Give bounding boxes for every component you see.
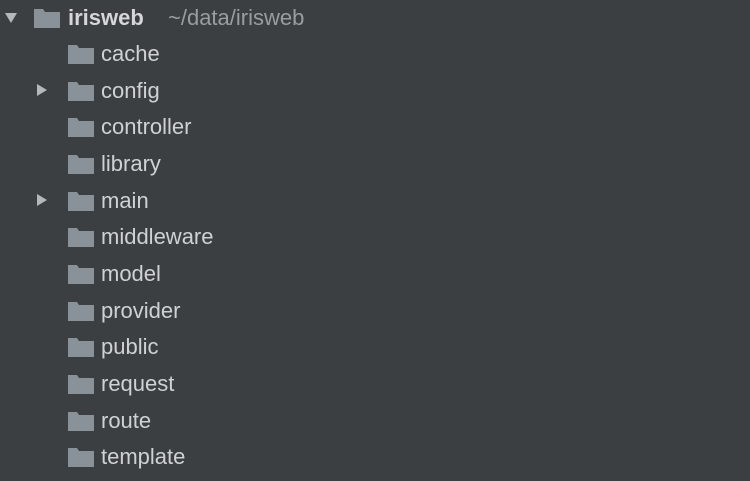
tree-item-label: template [101,444,186,469]
tree-item-main[interactable]: main [0,185,750,217]
root-folder-name: irisweb [68,5,144,30]
folder-icon [68,337,94,357]
folder-icon [68,411,94,431]
tree-item-label: route [101,408,152,433]
tree-item-middleware[interactable]: middleware [0,221,750,253]
folder-icon [68,301,94,321]
tree-item-label: public [101,334,159,359]
chevron-right-icon[interactable] [35,83,49,97]
folder-icon [68,447,94,467]
folder-icon [68,81,94,101]
tree-item-template[interactable]: template [0,441,750,473]
tree-root-row[interactable]: irisweb ~/data/irisweb [0,2,750,34]
root-folder-path: ~/data/irisweb [168,5,305,30]
folder-icon [68,227,94,247]
tree-item-controller[interactable]: controller [0,111,750,143]
tree-item-label: provider [101,298,181,323]
folder-icon [68,117,94,137]
tree-item-config[interactable]: config [0,75,750,107]
tree-item-cache[interactable]: cache [0,38,750,70]
tree-item-label: controller [101,114,192,139]
folder-icon [34,8,60,28]
folder-icon [68,264,94,284]
tree-item-request[interactable]: request [0,368,750,400]
tree-item-label: main [101,188,149,213]
tree-item-public[interactable]: public [0,331,750,363]
folder-icon [68,154,94,174]
chevron-down-icon[interactable] [4,11,18,25]
tree-item-label: model [101,261,161,286]
tree-item-label: request [101,371,175,396]
folder-icon [68,191,94,211]
tree-item-label: library [101,151,161,176]
tree-item-model[interactable]: model [0,258,750,290]
tree-item-library[interactable]: library [0,148,750,180]
chevron-right-icon[interactable] [35,193,49,207]
folder-icon [68,374,94,394]
tree-item-route[interactable]: route [0,405,750,437]
folder-icon [68,44,94,64]
tree-item-label: middleware [101,224,214,249]
tree-item-label: config [101,78,160,103]
tree-item-provider[interactable]: provider [0,295,750,327]
project-tree: irisweb ~/data/irisweb cache config cont… [0,0,750,481]
tree-item-label: cache [101,41,160,66]
